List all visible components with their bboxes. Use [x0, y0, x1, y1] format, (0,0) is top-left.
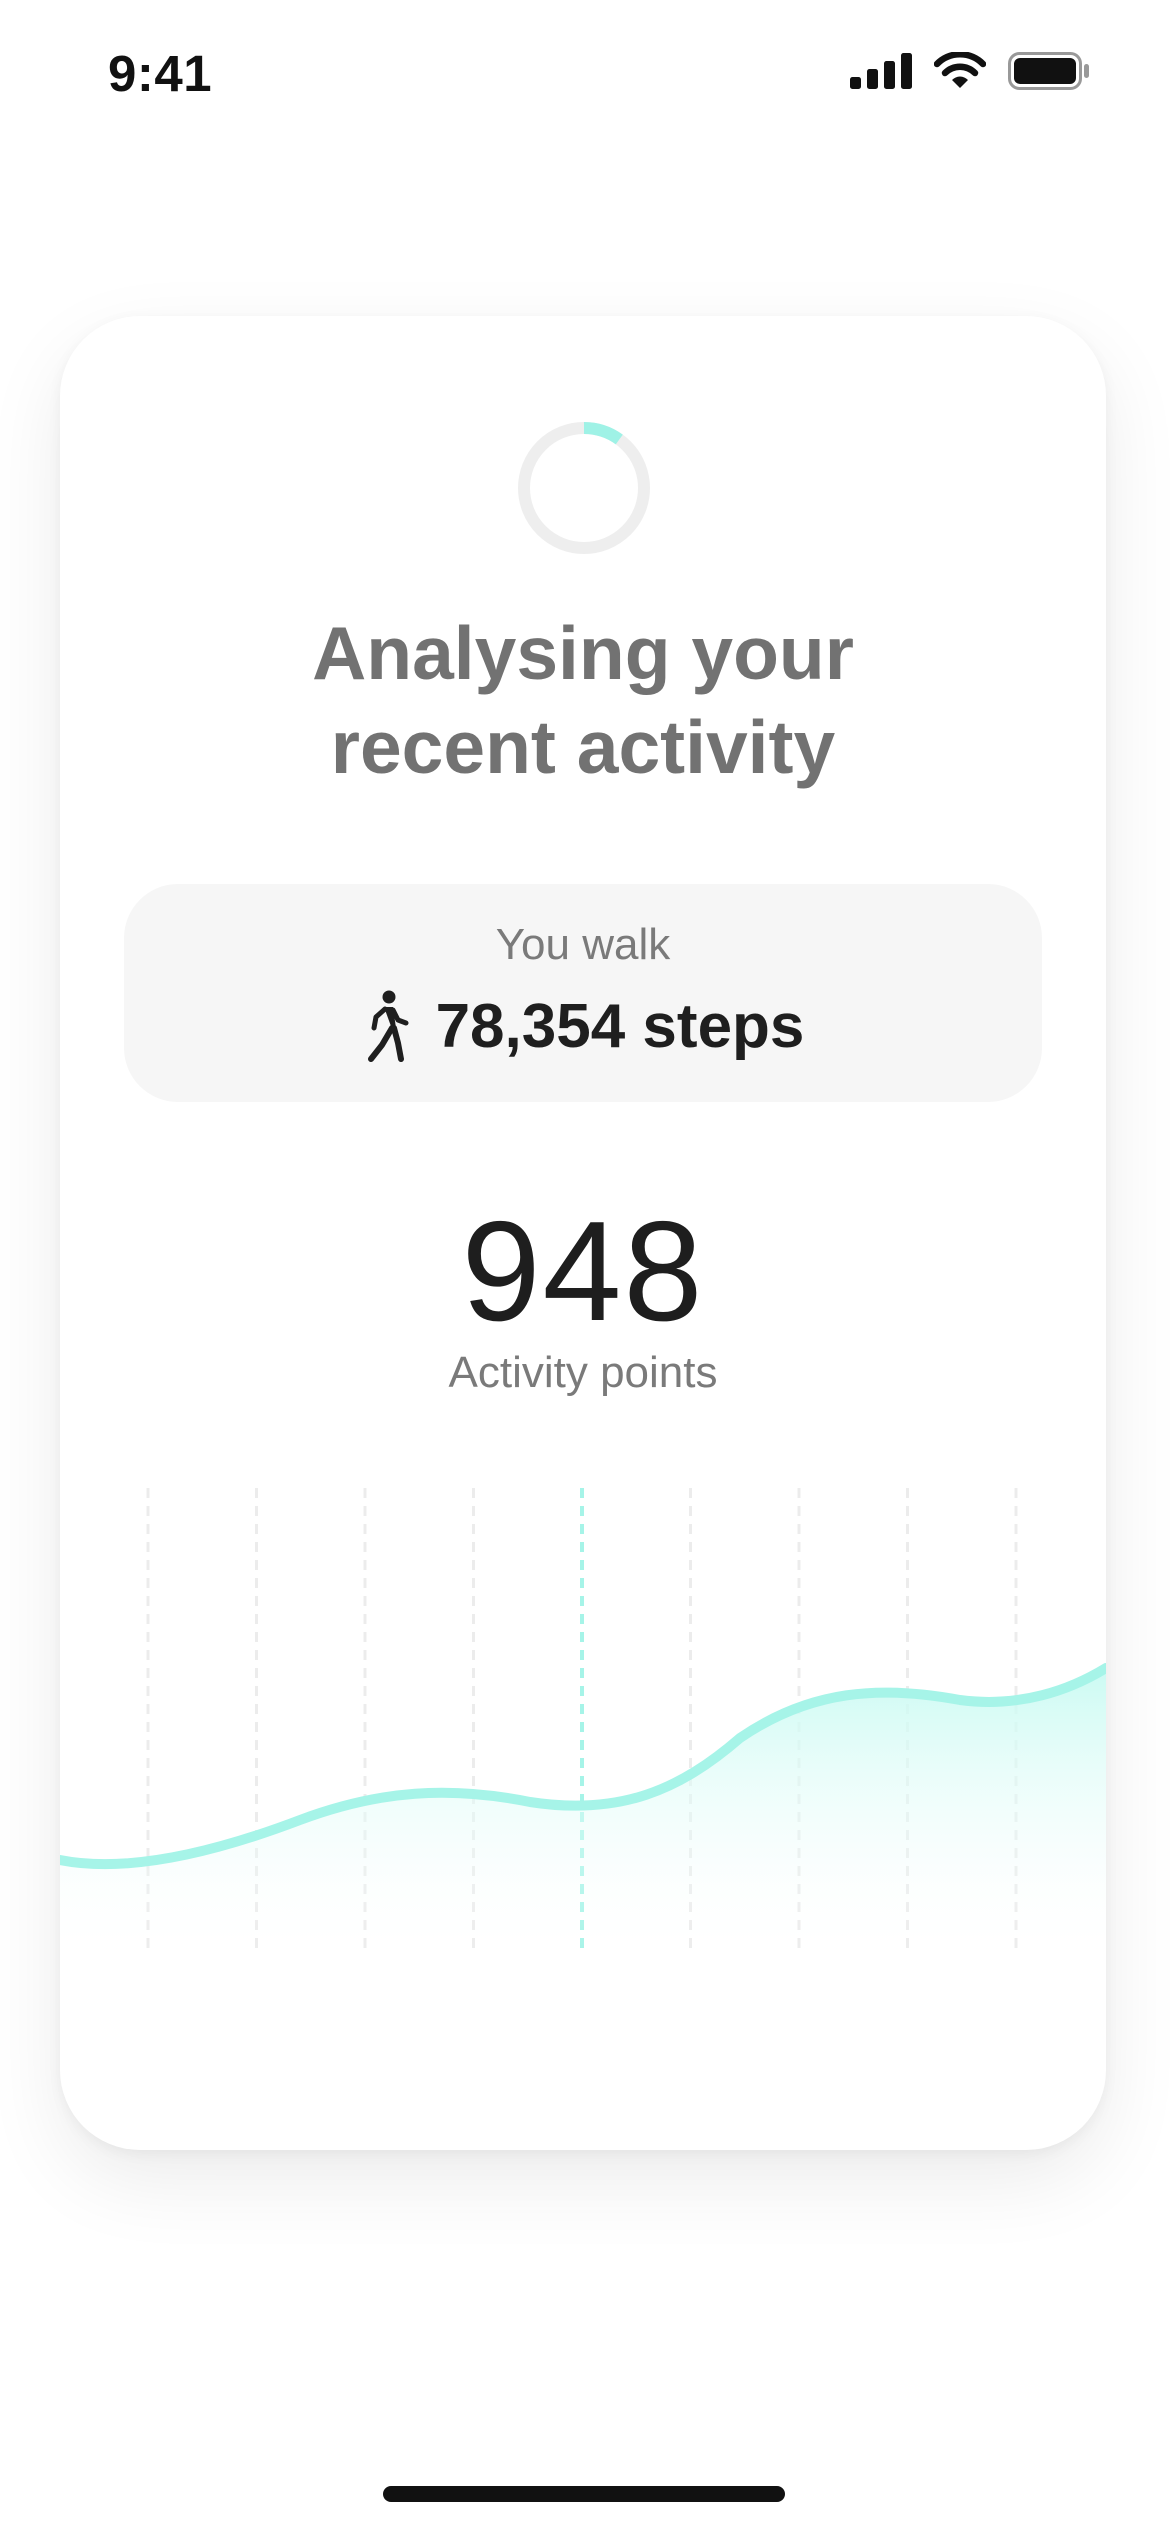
cellular-signal-icon — [850, 53, 912, 89]
home-indicator[interactable] — [383, 2486, 785, 2502]
loading-spinner-icon — [518, 422, 650, 554]
steps-row: 78,354 steps — [124, 990, 1042, 1062]
activity-points-label: Activity points — [448, 1348, 718, 1397]
walking-person-icon — [367, 990, 409, 1062]
status-time: 9:41 — [108, 45, 213, 102]
title-line-2: recent activity — [330, 705, 836, 789]
title-line-1: Analysing your — [312, 611, 854, 695]
steps-summary: You walk 78,354 steps — [124, 884, 1042, 1102]
steps-label: You walk — [495, 920, 671, 969]
steps-value: 78,354 steps — [435, 991, 805, 1061]
wifi-icon — [934, 52, 986, 88]
status-icons — [850, 52, 1090, 90]
battery-icon — [1008, 52, 1089, 90]
status-bar: 9:41 — [0, 0, 1170, 150]
activity-analysis-screen: 9:41 Analysing your recent activity You … — [0, 0, 1170, 2532]
activity-chart — [60, 1488, 1106, 1960]
page-title: Analysing your recent activity — [60, 606, 1106, 794]
activity-points-value: 948 — [461, 1192, 705, 1351]
activity-card: Analysing your recent activity You walk … — [60, 316, 1106, 2150]
